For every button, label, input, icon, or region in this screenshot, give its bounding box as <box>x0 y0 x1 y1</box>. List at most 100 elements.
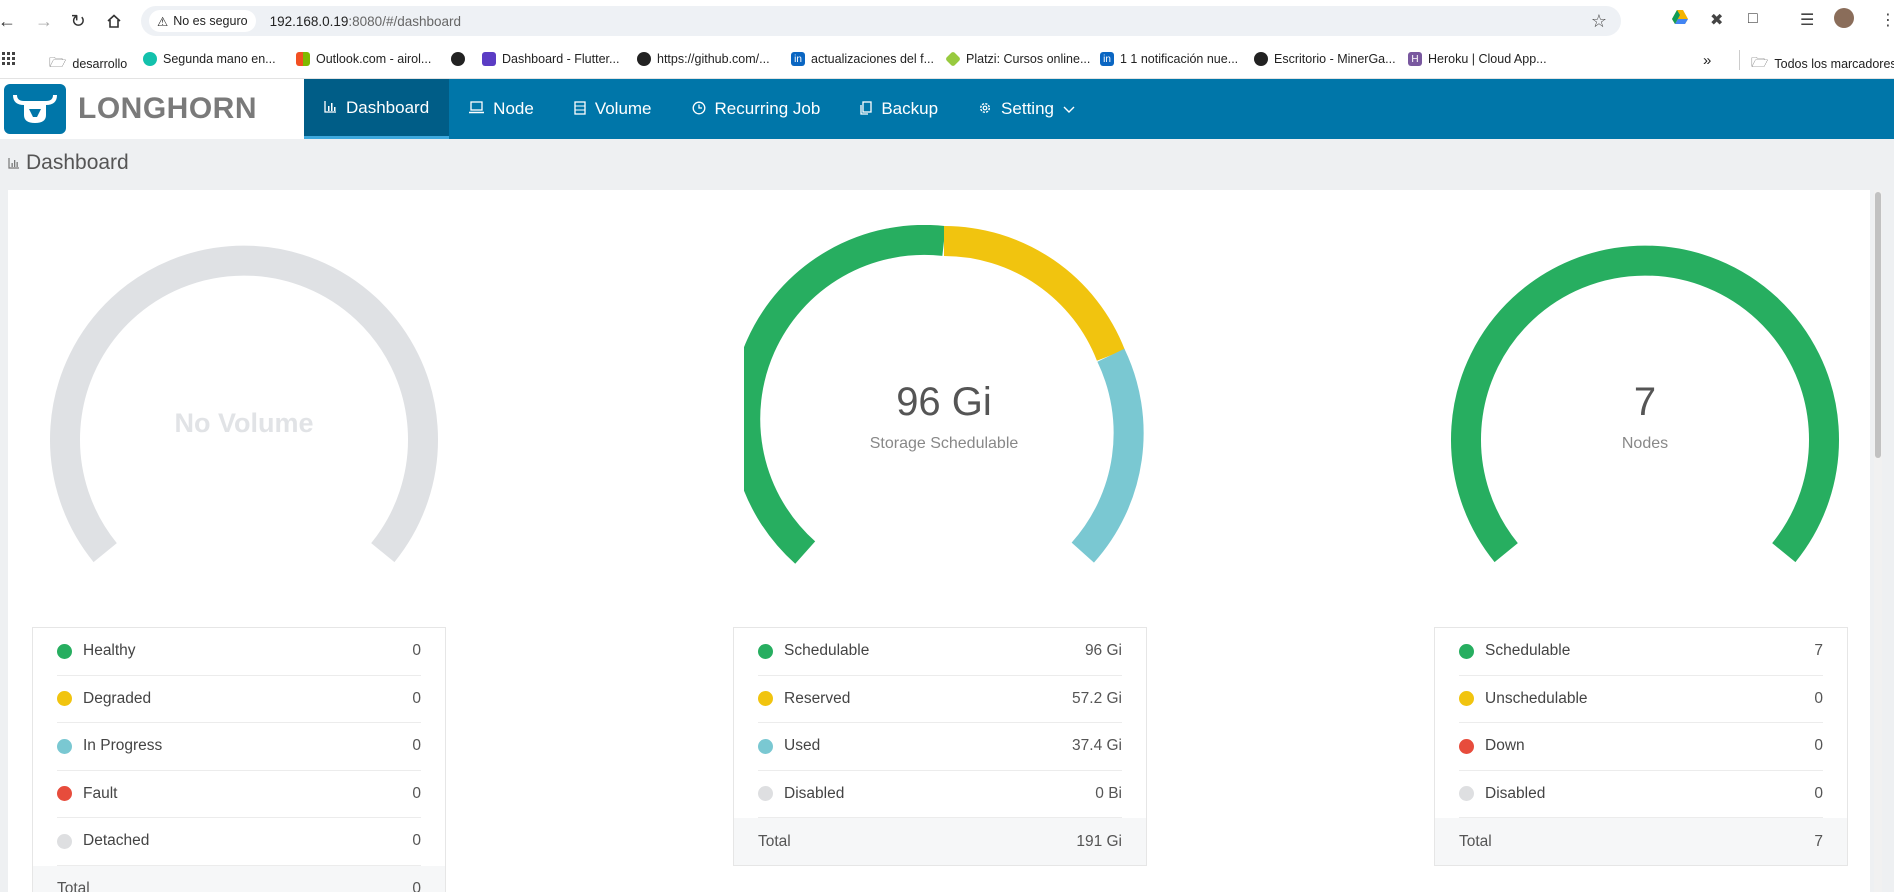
storage-value: 96 Gi <box>896 380 992 424</box>
bookmark-star-icon[interactable]: ☆ <box>1591 11 1607 32</box>
legend-row-schedulable[interactable]: Schedulable 7 <box>1459 628 1823 676</box>
legend-row-disabled[interactable]: Disabled 0 Bi <box>758 771 1122 818</box>
scrollbar[interactable] <box>1874 190 1882 892</box>
menu-label: Volume <box>594 99 652 118</box>
bookmark-item[interactable]: https://github.com/... <box>637 52 770 66</box>
bookmarks-bar: 🗁 desarrollo Segunda mano en... Outlook.c… <box>0 42 1894 79</box>
bookmark-item[interactable] <box>451 52 465 66</box>
all-bookmarks[interactable]: 🗁 Todos los marcadores <box>1751 52 1894 76</box>
bookmark-label: Escritorio - MinerGa... <box>1274 52 1396 66</box>
brand-name: LONGHORN <box>78 92 257 125</box>
menu-dashboard[interactable]: Dashboard <box>304 79 450 139</box>
clock-icon <box>692 101 706 118</box>
url-host: 192.168.0.19 <box>269 13 349 29</box>
legend-row-degraded[interactable]: Degraded 0 <box>57 676 421 723</box>
bookmark-item[interactable]: Dashboard - Flutter... <box>482 52 619 66</box>
main-menu: Dashboard Node Volume Recurring Job Back… <box>304 79 1095 139</box>
security-label: No es seguro <box>173 14 248 28</box>
more-bookmarks-icon[interactable]: » <box>1703 52 1711 69</box>
menu-node[interactable]: Node <box>449 79 554 139</box>
bookmark-item[interactable]: Platzi: Cursos online... <box>945 51 1090 67</box>
apps-grid-icon[interactable] <box>2 52 16 66</box>
legend-value: 37.4 Gi <box>1072 737 1122 755</box>
legend-value: 7 <box>1814 642 1823 660</box>
drive-icon[interactable] <box>1672 10 1688 29</box>
linkedin-icon: in <box>1100 52 1114 66</box>
status-dot <box>1459 643 1474 659</box>
legend-row-fault[interactable]: Fault 0 <box>57 771 421 818</box>
bookmark-item[interactable]: Segunda mano en... <box>143 52 276 66</box>
bookmark-label: Dashboard - Flutter... <box>502 52 620 66</box>
profile-avatar[interactable] <box>1834 8 1854 28</box>
menu-recurring-job[interactable]: Recurring Job <box>672 79 841 139</box>
page-title-text: Dashboard <box>26 151 129 174</box>
folder-icon: 🗁 <box>49 54 67 70</box>
copy-icon <box>860 100 872 118</box>
bookmark-label: Heroku | Cloud App... <box>1428 52 1547 66</box>
back-icon[interactable]: ← <box>0 0 16 42</box>
menu-setting[interactable]: Setting <box>958 79 1095 139</box>
nodes-value: 7 <box>1633 380 1657 424</box>
total-value: 0 <box>412 880 421 892</box>
bookmark-item[interactable]: Outlook.com - airol... <box>296 52 431 66</box>
legend-row-healthy[interactable]: Healthy 0 <box>57 628 421 676</box>
wallapop-icon <box>143 52 157 66</box>
scrollbar-thumb[interactable] <box>1875 192 1881 458</box>
heroku-icon: H <box>1408 52 1422 66</box>
storage-reserved-arc <box>943 226 1125 361</box>
puzzle-icon[interactable]: □ <box>1748 10 1758 28</box>
bookmark-label: 1 1 notificación nue... <box>1120 52 1239 66</box>
legend-row-down[interactable]: Down 0 <box>1459 723 1823 771</box>
menu-dots-icon[interactable]: ⋮ <box>1880 10 1894 30</box>
bookmark-label: Outlook.com - airol... <box>316 52 432 66</box>
legend-row-reserved[interactable]: Reserved 57.2 Gi <box>758 676 1122 723</box>
total-value: 191 Gi <box>1076 832 1122 850</box>
legend-value: 0 <box>412 832 421 850</box>
menu-label: Setting <box>1001 99 1054 118</box>
menu-volume[interactable]: Volume <box>554 79 672 139</box>
legend-row-schedulable[interactable]: Schedulable 96 Gi <box>758 628 1122 676</box>
linkedin-icon: in <box>791 52 805 66</box>
legend-value: 0 Bi <box>1095 784 1122 802</box>
volume-gauge-svg <box>50 245 438 563</box>
menu-backup[interactable]: Backup <box>840 79 958 139</box>
home-icon[interactable] <box>94 0 134 42</box>
bookmark-item[interactable]: H Heroku | Cloud App... <box>1408 52 1547 66</box>
legend-value: 96 Gi <box>1084 642 1122 660</box>
security-chip[interactable]: ⚠ No es seguro <box>149 10 256 32</box>
url-text[interactable]: 192.168.0.19:8080/#/dashboard <box>270 14 461 29</box>
legend-row-disabled[interactable]: Disabled 0 <box>1459 771 1823 818</box>
bookmark-item[interactable]: Escritorio - MinerGa... <box>1254 52 1396 66</box>
menu-label: Dashboard <box>346 97 430 117</box>
status-dot <box>57 738 72 754</box>
legend-row-unschedulable[interactable]: Unschedulable 0 <box>1459 676 1823 723</box>
legend-row-used[interactable]: Used 37.4 Gi <box>758 723 1122 771</box>
legend-row-in-progress[interactable]: In Progress 0 <box>57 723 421 771</box>
reload-icon[interactable]: ↻ <box>58 0 98 42</box>
legend-total: Total 191 Gi <box>734 818 1146 865</box>
total-label: Total <box>57 880 90 892</box>
bookmarks-divider <box>1739 50 1740 70</box>
legend-label: Unschedulable <box>1485 689 1588 707</box>
legend-label: Disabled <box>1485 784 1546 802</box>
storage-label: Storage Schedulable <box>869 435 1019 452</box>
status-dot <box>758 643 773 659</box>
storage-legend: Schedulable 96 Gi Reserved 57.2 Gi Used 37.… <box>733 627 1147 866</box>
media-control-icon[interactable]: ☰ <box>1800 10 1814 30</box>
legend-label: In Progress <box>83 737 163 755</box>
bookmark-item[interactable]: 🗁 desarrollo <box>49 52 127 76</box>
status-dot <box>1459 738 1474 754</box>
bookmark-item[interactable]: in actualizaciones del f... <box>791 52 934 66</box>
browser-toolbar: ← → ↻ ⚠ No es seguro 192.168.0.19:8080/#… <box>0 0 1894 42</box>
extension-icon[interactable]: ✖ <box>1710 10 1723 30</box>
microsoft-icon <box>296 52 310 66</box>
address-bar[interactable]: ⚠ No es seguro 192.168.0.19:8080/#/dashb… <box>141 6 1621 36</box>
status-dot <box>758 691 773 707</box>
bookmark-item[interactable]: in 1 1 notificación nue... <box>1100 52 1238 66</box>
nodes-label: Nodes <box>1621 435 1669 452</box>
menu-label: Backup <box>881 99 939 118</box>
status-dot <box>1459 691 1474 707</box>
bookmark-label: desarrollo <box>72 57 128 71</box>
brand[interactable]: LONGHORN <box>0 79 304 139</box>
legend-row-detached[interactable]: Detached 0 <box>57 818 421 866</box>
